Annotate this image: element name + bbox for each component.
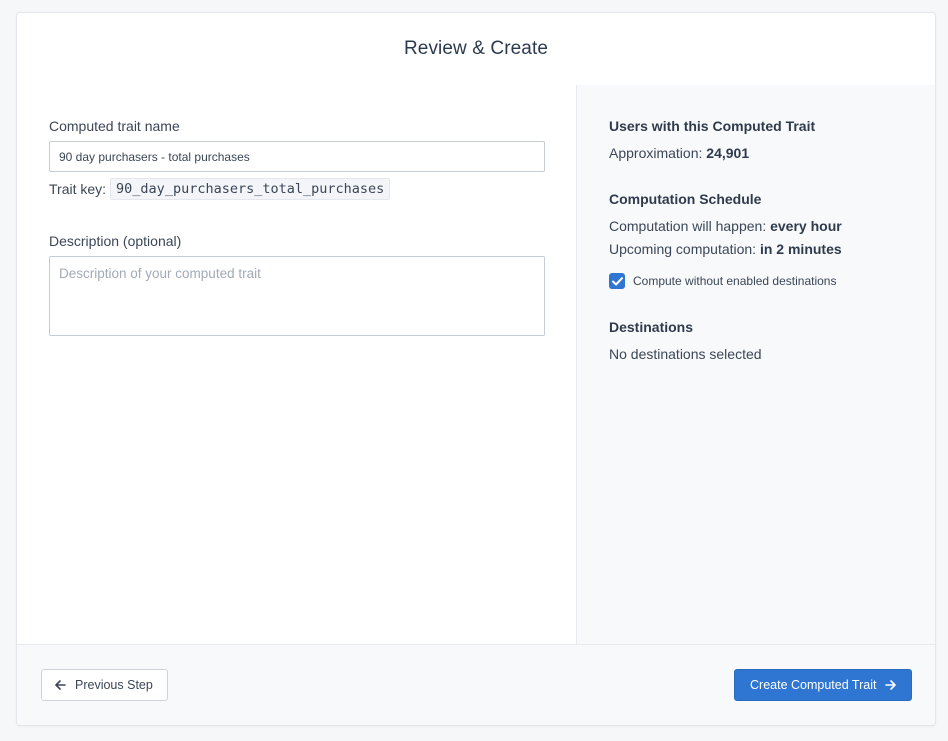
destinations-section-title: Destinations [609, 319, 694, 335]
trait-name-label: Computed trait name [49, 118, 180, 134]
previous-step-button[interactable]: Previous Step [41, 669, 168, 701]
approximation-line: Approximation: 24,901 [609, 145, 903, 161]
create-computed-trait-label: Create Computed Trait [750, 678, 877, 692]
upcoming-line: Upcoming computation: in 2 minutes [609, 241, 903, 257]
approximation-value: 24,901 [706, 145, 750, 161]
upcoming-label: Upcoming computation: [609, 241, 757, 257]
card-footer: Previous Step Create Computed Trait [17, 644, 935, 725]
trait-name-input[interactable] [49, 141, 545, 172]
trait-key-label: Trait key: [49, 181, 107, 197]
arrow-right-icon [885, 680, 897, 690]
compute-without-destinations-checkbox[interactable] [609, 273, 625, 289]
page-title: Review & Create [403, 38, 549, 59]
summary-pane: Users with this Computed Trait Approxima… [577, 85, 935, 646]
check-icon [611, 276, 623, 285]
review-create-card: Review & Create Computed trait name Trai… [16, 12, 936, 726]
trait-form: Computed trait name Trait key: 90_day_pu… [17, 85, 577, 646]
trait-key-row: Trait key: 90_day_purchasers_total_purch… [49, 178, 544, 200]
frequency-value: every hour [770, 218, 842, 234]
users-section: Users with this Computed Trait Approxima… [609, 118, 903, 161]
frequency-line: Computation will happen: every hour [609, 218, 903, 234]
upcoming-value: in 2 minutes [759, 241, 842, 257]
trait-key-value: 90_day_purchasers_total_purchases [110, 178, 391, 200]
compute-without-destinations-label: Compute without enabled destinations [633, 274, 837, 288]
description-textarea[interactable] [49, 256, 545, 336]
approximation-label: Approximation: [609, 145, 703, 161]
create-computed-trait-button[interactable]: Create Computed Trait [734, 669, 912, 701]
card-header: Review & Create [17, 13, 935, 86]
card-body: Computed trait name Trait key: 90_day_pu… [17, 85, 935, 646]
compute-without-destinations-row[interactable]: Compute without enabled destinations [609, 273, 903, 289]
schedule-section: Computation Schedule Computation will ha… [609, 191, 903, 289]
description-block: Description (optional) [49, 233, 545, 341]
destinations-section: Destinations No destinations selected [609, 319, 903, 362]
destinations-empty-text: No destinations selected [609, 346, 762, 362]
frequency-label: Computation will happen: [609, 218, 767, 234]
description-label: Description (optional) [49, 233, 182, 249]
previous-step-label: Previous Step [75, 678, 153, 692]
users-section-title: Users with this Computed Trait [609, 118, 816, 134]
schedule-section-title: Computation Schedule [609, 191, 762, 207]
arrow-left-icon [55, 680, 66, 690]
